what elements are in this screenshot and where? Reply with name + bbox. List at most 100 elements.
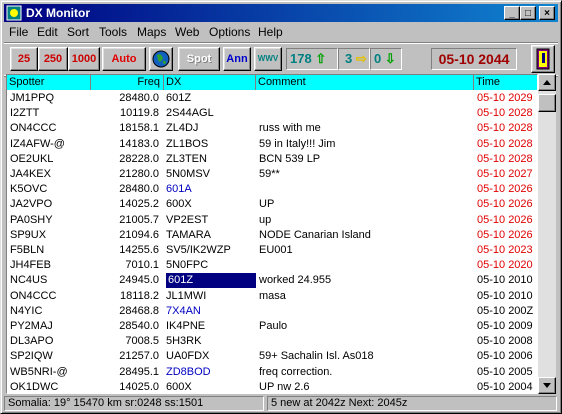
- minimize-button[interactable]: _: [504, 6, 520, 20]
- table-row[interactable]: N4YIC 28468.8 7X4AN 05-10 200Z: [7, 304, 537, 319]
- vertical-scrollbar[interactable]: [538, 74, 556, 394]
- table-row[interactable]: JA4KEX 21280.0 5N0MSV 59** 05-10 2027: [7, 167, 537, 182]
- freq-cell: 28495.1: [119, 365, 159, 378]
- table-row[interactable]: WB5NRI-@ 28495.1 ZD8BOD freq correction. 05-…: [7, 365, 537, 380]
- up-arrow-icon: ⇧: [315, 51, 327, 66]
- spot-button[interactable]: Spot: [178, 47, 220, 71]
- freq-cell: 21257.0: [119, 350, 159, 363]
- table-row[interactable]: F5BLN 14255.6 SV5/IK2WZP EU001 05-10 2023: [7, 243, 537, 258]
- main-window: DX Monitor _ □ × File Edit Sort Tools Ma…: [0, 0, 562, 414]
- dx-cell: SV5/IK2WZP: [166, 244, 231, 256]
- menu-file[interactable]: File: [9, 25, 28, 39]
- auto-button[interactable]: Auto: [102, 47, 146, 71]
- comment-cell: BCN 539 LP: [259, 152, 321, 165]
- comment-cell: freq correction.: [259, 365, 333, 378]
- down-spots-value: 0: [374, 51, 382, 66]
- spotter-cell: PA0SHY: [10, 213, 53, 226]
- exit-button[interactable]: [531, 45, 555, 73]
- wwv-button[interactable]: WWV: [254, 47, 282, 71]
- total-spots-value: 178: [290, 51, 312, 66]
- dx-cell: 5N0MSV: [166, 168, 211, 180]
- table-row[interactable]: K5OVC 28480.0 601A 05-10 2026: [7, 182, 537, 197]
- spotter-cell: K5OVC: [10, 183, 48, 196]
- table-row[interactable]: JH4FEB 7010.1 5N0FPC 05-10 2020: [7, 258, 537, 273]
- table-row[interactable]: OE2UKL 28228.0 ZL3TEN BCN 539 LP 05-10 2028: [7, 152, 537, 167]
- spotter-cell: NC4US: [10, 274, 48, 287]
- table-row[interactable]: DL3APO 7008.5 5H3RK 05-10 2008: [7, 334, 537, 349]
- col-time[interactable]: Time: [474, 75, 537, 90]
- dx-cell: JL1MWI: [166, 289, 207, 302]
- maximize-button[interactable]: □: [520, 6, 536, 20]
- comment-cell: Paulo: [259, 320, 288, 332]
- time-cell: 05-10 200Z: [477, 304, 534, 317]
- menu-edit[interactable]: Edit: [37, 25, 58, 39]
- time-cell: 05-10 2026: [477, 228, 533, 241]
- dx-cell: 2S44AGL: [166, 107, 214, 120]
- table-row[interactable]: JA2VPO 14025.2 600X UP 05-10 2026: [7, 197, 537, 212]
- dx-cell: IK4PNE: [166, 320, 206, 332]
- dx-cell: ZD8BOD: [166, 365, 211, 378]
- scroll-thumb[interactable]: [538, 94, 556, 112]
- table-row[interactable]: NC4US 24945.0 601Z worked 24.955 05-10 2010: [7, 273, 537, 289]
- menu-sort[interactable]: Sort: [67, 25, 89, 39]
- time-cell: 05-10 2005: [477, 365, 533, 378]
- spotter-cell: OE2UKL: [10, 152, 54, 165]
- table-row[interactable]: JM1PPQ 28480.0 601Z 05-10 2029: [7, 91, 537, 106]
- menu-tools[interactable]: Tools: [99, 25, 127, 39]
- menu-web[interactable]: Web: [175, 25, 199, 39]
- scroll-up-arrow-icon: [543, 80, 551, 85]
- menu-maps[interactable]: Maps: [137, 25, 166, 39]
- dx-cell: 601A: [166, 183, 192, 196]
- show-250-button[interactable]: 250: [38, 47, 68, 71]
- new-spots-value: 3: [345, 51, 353, 66]
- table-row[interactable]: SP2IQW 21257.0 UA0FDX 59+ Sachalin Isl. As0…: [7, 349, 537, 364]
- time-cell: 05-10 2020: [477, 259, 533, 272]
- comment-cell: [259, 258, 471, 273]
- freq-cell: 28228.0: [119, 152, 159, 165]
- menu-bar: File Edit Sort Tools Maps Web Options He…: [4, 23, 558, 41]
- scroll-down-button[interactable]: [538, 377, 556, 394]
- time-cell: 05-10 2006: [477, 350, 533, 363]
- spotter-cell: N4YIC: [10, 304, 43, 317]
- announce-button[interactable]: Ann: [223, 47, 251, 71]
- time-cell: 05-10 2009: [477, 320, 533, 332]
- time-cell: 05-10 2023: [477, 244, 533, 256]
- freq-cell: 14183.0: [119, 137, 159, 150]
- scroll-up-button[interactable]: [538, 74, 556, 91]
- comment-cell: NODE Canarian Island: [259, 228, 371, 241]
- table-row[interactable]: ON4CCC 18158.1 ZL4DJ russ with me 05-10 2028: [7, 121, 537, 136]
- table-row[interactable]: OK1DWC 14025.0 600X UP nw 2.6 05-10 2004: [7, 380, 537, 393]
- spotter-cell: SP2IQW: [10, 350, 53, 363]
- dx-cell: 7X4AN: [166, 304, 201, 317]
- table-row[interactable]: IZ4AFW-@ 14183.0 ZL1BOS 59 in Italy!!! Jim 0…: [7, 137, 537, 152]
- exit-door-icon: [536, 48, 550, 70]
- table-row[interactable]: SP9UX 21094.6 TAMARA NODE Canarian Island 0…: [7, 228, 537, 243]
- time-cell: 05-10 2028: [477, 152, 533, 165]
- spotter-cell: ON4CCC: [10, 122, 57, 135]
- time-cell: 05-10 2028: [477, 122, 533, 135]
- globe-button[interactable]: [149, 47, 173, 71]
- spots-table[interactable]: Spotter Freq DX Comment Time JM1PPQ 28480…: [6, 74, 538, 394]
- comment-cell: EU001: [259, 244, 293, 256]
- comment-cell: UP: [259, 198, 275, 211]
- table-row[interactable]: PY2MAJ 28540.0 IK4PNE Paulo 05-10 2009: [7, 319, 537, 334]
- col-comment[interactable]: Comment: [256, 75, 474, 90]
- show-25-button[interactable]: 25: [10, 47, 38, 71]
- col-dx[interactable]: DX: [164, 75, 256, 90]
- col-freq[interactable]: Freq: [91, 75, 164, 90]
- dx-cell: ZL4DJ: [166, 122, 199, 135]
- comment-cell: 59 in Italy!!! Jim: [259, 137, 336, 150]
- status-bar: Somalia: 19° 15470 km sr:0248 ss:1501 5 …: [4, 396, 558, 412]
- table-row[interactable]: ON4CCC 18118.2 JL1MWI masa 05-10 2010: [7, 289, 537, 304]
- show-1000-button[interactable]: 1000: [68, 47, 100, 71]
- menu-help[interactable]: Help: [258, 25, 283, 39]
- table-row[interactable]: I2ZTT 10119.8 2S44AGL 05-10 2028: [7, 106, 537, 121]
- freq-cell: 28468.8: [119, 304, 159, 317]
- table-row[interactable]: PA0SHY 21005.7 VP2EST up 05-10 2026: [7, 213, 537, 228]
- spotter-cell: JA2VPO: [10, 198, 53, 211]
- comment-cell: UP nw 2.6: [259, 380, 310, 393]
- col-spotter[interactable]: Spotter: [7, 75, 91, 90]
- title-bar[interactable]: DX Monitor _ □ ×: [4, 4, 558, 22]
- close-button[interactable]: ×: [539, 6, 555, 20]
- menu-options[interactable]: Options: [209, 25, 250, 39]
